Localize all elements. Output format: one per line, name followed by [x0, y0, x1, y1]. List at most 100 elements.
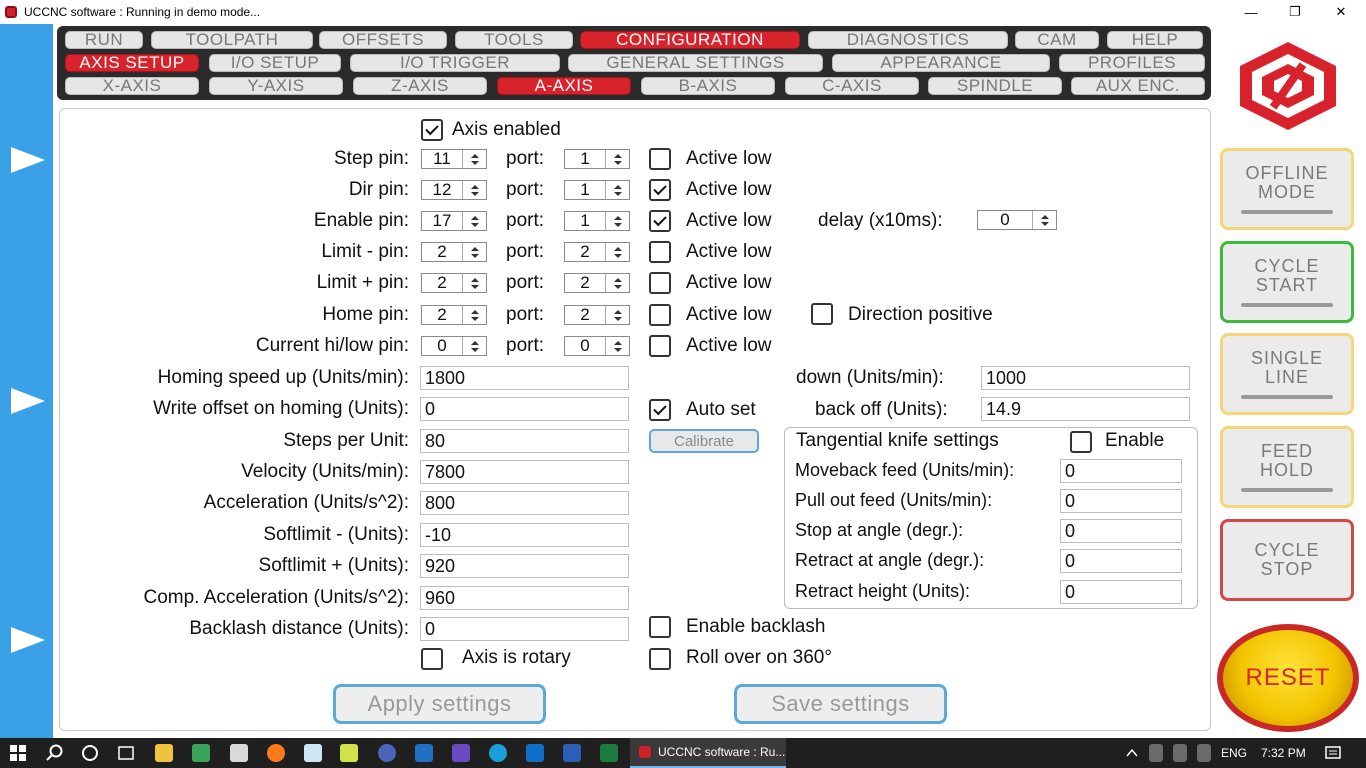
- tab-z-axis[interactable]: Z-AXIS: [353, 77, 487, 95]
- excel-icon[interactable]: [600, 744, 618, 762]
- chevron-up-icon[interactable]: [1125, 747, 1139, 759]
- cortana-icon[interactable]: [81, 744, 99, 762]
- direction-positive-checkbox[interactable]: [811, 303, 833, 325]
- tab-io-setup[interactable]: I/O SETUP: [209, 54, 341, 72]
- app-icon[interactable]: [415, 744, 433, 762]
- tab-axis-setup[interactable]: AXIS SETUP: [65, 54, 199, 72]
- notes-icon[interactable]: [340, 744, 358, 762]
- tab-profiles[interactable]: PROFILES: [1059, 54, 1205, 72]
- pin-spinner[interactable]: 17: [421, 211, 487, 231]
- setting-input[interactable]: 0: [420, 617, 629, 641]
- calibrate-button[interactable]: Calibrate: [649, 429, 759, 453]
- windows-start-icon[interactable]: [10, 745, 26, 761]
- port-spinner[interactable]: 2: [564, 305, 630, 325]
- active-low-checkbox[interactable]: [649, 210, 671, 232]
- tab-b-axis[interactable]: B-AXIS: [641, 77, 775, 95]
- tab-a-axis[interactable]: A-AXIS: [497, 77, 631, 95]
- app-icon[interactable]: [192, 744, 210, 762]
- tab-aux-enc[interactable]: AUX ENC.: [1071, 77, 1205, 95]
- port-spinner[interactable]: 1: [564, 149, 630, 169]
- tab-y-axis[interactable]: Y-AXIS: [209, 77, 343, 95]
- setting-input[interactable]: 920: [420, 554, 629, 578]
- port-spinner[interactable]: 2: [564, 273, 630, 293]
- outlook-icon[interactable]: [526, 744, 544, 762]
- active-low-checkbox[interactable]: [649, 272, 671, 294]
- language-indicator[interactable]: ENG: [1221, 738, 1247, 768]
- app-icon[interactable]: [378, 744, 396, 762]
- auto-set-checkbox[interactable]: [649, 399, 671, 421]
- knife-setting-input[interactable]: 0: [1060, 549, 1182, 573]
- enable-backlash-checkbox[interactable]: [649, 616, 671, 638]
- notifications-icon[interactable]: [1325, 745, 1341, 761]
- pin-spinner[interactable]: 2: [421, 242, 487, 262]
- pin-spinner[interactable]: 12: [421, 180, 487, 200]
- pin-spinner[interactable]: 0: [421, 336, 487, 356]
- setting-input[interactable]: 7800: [420, 460, 629, 484]
- restore-button[interactable]: ❐: [1272, 0, 1318, 24]
- task-view-icon[interactable]: [117, 744, 135, 762]
- active-low-checkbox[interactable]: [649, 179, 671, 201]
- active-low-checkbox[interactable]: [649, 241, 671, 263]
- port-spinner[interactable]: 0: [564, 336, 630, 356]
- expand-arrow-icon[interactable]: [11, 388, 45, 414]
- port-spinner[interactable]: 1: [564, 180, 630, 200]
- minimize-button[interactable]: —: [1228, 0, 1274, 24]
- notepad-icon[interactable]: [304, 744, 322, 762]
- tab-configuration[interactable]: CONFIGURATION: [580, 31, 800, 49]
- file-explorer-icon[interactable]: [155, 744, 173, 762]
- setting-input[interactable]: -10: [420, 523, 629, 547]
- word-icon[interactable]: [563, 744, 581, 762]
- calculator-icon[interactable]: [230, 744, 248, 762]
- firefox-icon[interactable]: [267, 744, 285, 762]
- reset-button[interactable]: RESET: [1217, 624, 1359, 732]
- pin-spinner[interactable]: 2: [421, 305, 487, 325]
- active-low-checkbox[interactable]: [649, 304, 671, 326]
- back-off-input[interactable]: 14.9: [981, 397, 1190, 421]
- wifi-icon[interactable]: [1173, 744, 1187, 762]
- tab-general-settings[interactable]: GENERAL SETTINGS: [568, 54, 823, 72]
- tab-cam[interactable]: CAM: [1015, 31, 1099, 49]
- app-icon[interactable]: [452, 744, 470, 762]
- tab-io-trigger[interactable]: I/O TRIGGER: [350, 54, 560, 72]
- save-settings-button[interactable]: Save settings: [734, 684, 947, 724]
- taskbar-active-app[interactable]: UCCNC software : Ru...: [630, 738, 786, 768]
- tab-offsets[interactable]: OFFSETS: [319, 31, 447, 49]
- tab-run[interactable]: RUN: [65, 31, 143, 49]
- tab-x-axis[interactable]: X-AXIS: [65, 77, 199, 95]
- setting-input[interactable]: 80: [420, 429, 629, 453]
- clock[interactable]: 7:32 PM: [1261, 738, 1306, 768]
- knife-enable-checkbox[interactable]: [1070, 431, 1092, 453]
- rollover-checkbox[interactable]: [649, 648, 671, 670]
- tab-tools[interactable]: TOOLS: [455, 31, 573, 49]
- cycle-start-button[interactable]: CYCLE START: [1220, 241, 1354, 323]
- homing-down-input[interactable]: 1000: [981, 366, 1190, 390]
- feed-hold-button[interactable]: FEED HOLD: [1220, 426, 1354, 508]
- knife-setting-input[interactable]: 0: [1060, 519, 1182, 543]
- setting-input[interactable]: 0: [420, 397, 629, 421]
- expand-arrow-icon[interactable]: [11, 147, 45, 173]
- active-low-checkbox[interactable]: [649, 335, 671, 357]
- axis-rotary-checkbox[interactable]: [421, 648, 443, 670]
- setting-input[interactable]: 960: [420, 586, 629, 610]
- port-spinner[interactable]: 2: [564, 242, 630, 262]
- tab-appearance[interactable]: APPEARANCE: [832, 54, 1050, 72]
- tab-diagnostics[interactable]: DIAGNOSTICS: [808, 31, 1008, 49]
- offline-mode-button[interactable]: OFFLINE MODE: [1220, 148, 1354, 230]
- single-line-button[interactable]: SINGLE LINE: [1220, 333, 1354, 415]
- pin-spinner[interactable]: 2: [421, 273, 487, 293]
- edge-icon[interactable]: [489, 744, 507, 762]
- cycle-stop-button[interactable]: CYCLE STOP: [1220, 519, 1354, 601]
- expand-arrow-icon[interactable]: [11, 627, 45, 653]
- apply-settings-button[interactable]: Apply settings: [333, 684, 546, 724]
- port-spinner[interactable]: 1: [564, 211, 630, 231]
- tab-spindle[interactable]: SPINDLE: [928, 77, 1062, 95]
- delay-spinner[interactable]: 0: [977, 210, 1057, 230]
- tab-c-axis[interactable]: C-AXIS: [785, 77, 919, 95]
- axis-enabled-checkbox[interactable]: [421, 119, 443, 141]
- knife-setting-input[interactable]: 0: [1060, 580, 1182, 604]
- tab-toolpath[interactable]: TOOLPATH: [151, 31, 313, 49]
- close-button[interactable]: ✕: [1318, 0, 1364, 24]
- pin-spinner[interactable]: 11: [421, 149, 487, 169]
- knife-setting-input[interactable]: 0: [1060, 459, 1182, 483]
- setting-input[interactable]: 800: [420, 491, 629, 515]
